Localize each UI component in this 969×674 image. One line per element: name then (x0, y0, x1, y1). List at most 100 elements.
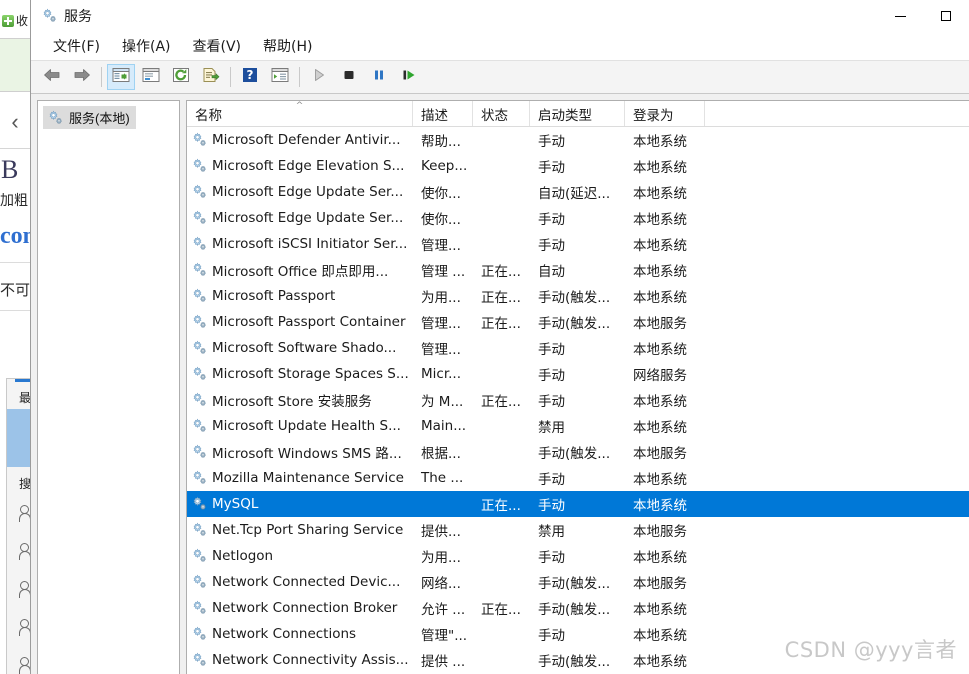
cell-start: 手动(触发... (538, 290, 611, 306)
bg-panel-selected-block (7, 409, 30, 467)
person-icon (19, 505, 30, 523)
bg-side-panel[interactable]: 最 搜 (6, 378, 30, 674)
cell-status: 正在... (481, 602, 521, 618)
service-name-label: Microsoft Passport (212, 288, 336, 304)
back-arrow-icon (43, 67, 61, 88)
table-row[interactable]: Network Connectivity Assis... 提供 ... 手动(触发… (187, 647, 969, 673)
toolbar-start[interactable] (305, 64, 333, 90)
service-gear-icon (191, 418, 207, 434)
list-body[interactable]: Microsoft Defender Antivir... 帮助... 手动 本地系统… (187, 127, 969, 674)
table-row[interactable]: Network Connected Devic... 网络... 手动(触发... 本… (187, 569, 969, 595)
cell-status: 正在... (481, 264, 521, 280)
table-row[interactable]: Network Connection Broker 允许 ... 正在... 手动(触… (187, 595, 969, 621)
column-header-description[interactable]: 描述 (413, 101, 473, 126)
table-row[interactable]: MySQL 正在... 手动 本地系统 (187, 491, 969, 517)
bg-panel-accent-bar (15, 379, 30, 382)
menu-help[interactable]: 帮助(H) (253, 33, 322, 59)
column-header-description-label: 描述 (421, 107, 448, 124)
table-row[interactable]: Net.Tcp Port Sharing Service 提供... 禁用 本地服务 (187, 517, 969, 543)
toolbar-forward[interactable] (68, 64, 96, 90)
cell-desc: 根据... (421, 446, 461, 462)
bg-divider-2 (0, 310, 30, 311)
table-row[interactable]: Microsoft Office 即点即用... 管理 ... 正在... 自动 本地系… (187, 257, 969, 283)
cell-desc: 管理... (421, 238, 461, 254)
menu-file[interactable]: 文件(F) (43, 33, 110, 59)
toolbar-properties[interactable] (137, 64, 165, 90)
column-header-startup-type[interactable]: 启动类型 (530, 101, 625, 126)
table-row[interactable]: Microsoft Update Health S... Main... 禁用 本地系… (187, 413, 969, 439)
bg-favorites-row[interactable]: 收 (0, 10, 30, 32)
cell-desc: 为 M... (421, 394, 464, 410)
table-row[interactable]: Microsoft Software Shado... 管理... 手动 本地系统 (187, 335, 969, 361)
service-name-label: Microsoft iSCSI Initiator Ser... (212, 236, 408, 252)
bg-not-text: 不可 (0, 278, 30, 304)
table-row[interactable]: Microsoft Store 安装服务 为 M... 正在... 手动 本地系统 (187, 387, 969, 413)
toolbar-pause[interactable] (365, 64, 393, 90)
toolbar-help[interactable]: ? (236, 64, 264, 90)
column-header-status[interactable]: 状态 (473, 101, 530, 126)
toolbar-refresh[interactable] (167, 64, 195, 90)
cell-logon: 本地系统 (633, 186, 687, 202)
table-row[interactable]: Microsoft Storage Spaces S... Micr... 手动 网络… (187, 361, 969, 387)
menubar: 文件(F) 操作(A) 查看(V) 帮助(H) (31, 32, 969, 60)
toolbar-show-details[interactable] (266, 64, 294, 90)
table-row[interactable]: Microsoft iSCSI Initiator Ser... 管理... 手动 本… (187, 231, 969, 257)
table-row[interactable]: Microsoft Passport 为用... 正在... 手动(触发... 本地系统 (187, 283, 969, 309)
bg-favorites-label: 收 (16, 14, 29, 28)
console-tree-pane[interactable]: 服务(本地) (37, 100, 180, 674)
service-name-label: Microsoft Office 即点即用... (212, 264, 389, 280)
menu-action[interactable]: 操作(A) (112, 33, 181, 59)
column-header-name[interactable]: 名称 ^ (187, 101, 413, 126)
menu-view[interactable]: 查看(V) (183, 33, 252, 59)
window-controls (877, 0, 969, 32)
cell-name: Microsoft Storage Spaces S... (187, 366, 413, 382)
service-name-label: Network Connected Devic... (212, 574, 401, 590)
cell-start: 手动 (538, 368, 565, 384)
cell-desc: 帮助... (421, 134, 461, 150)
service-gear-icon (191, 548, 207, 564)
cell-start: 自动 (538, 264, 565, 280)
toolbar-restart[interactable] (395, 64, 423, 90)
table-row[interactable]: Microsoft Windows SMS 路... 根据... 手动(触发... 本… (187, 439, 969, 465)
service-name-label: Network Connections (212, 626, 357, 642)
toolbar-stop[interactable] (335, 64, 363, 90)
table-row[interactable]: Microsoft Passport Container 管理... 正在... 手动… (187, 309, 969, 335)
cell-status: 正在... (481, 316, 521, 332)
bg-collapse-chevron-icon[interactable]: ‹ (0, 96, 30, 149)
table-row[interactable]: Microsoft Edge Update Ser... 使你... 手动 本地系统 (187, 205, 969, 231)
cell-start: 手动 (538, 550, 565, 566)
toolbar-show-tree[interactable] (107, 64, 135, 90)
table-row[interactable]: Microsoft Edge Elevation S... Keep... 手动 本地… (187, 153, 969, 179)
cell-logon: 本地服务 (633, 446, 687, 462)
service-name-label: Net.Tcp Port Sharing Service (212, 522, 404, 538)
background-application[interactable]: 收 ‹ B 加粗 con 不可 最 搜 (0, 0, 31, 674)
cell-logon: 本地系统 (633, 628, 687, 644)
table-row[interactable]: Network Connections 管理"... 手动 本地系统 (187, 621, 969, 647)
table-row[interactable]: Netlogon 为用... 手动 本地系统 (187, 543, 969, 569)
toolbar-export-list[interactable] (197, 64, 225, 90)
toolbar: ? (31, 60, 969, 94)
minimize-button[interactable] (877, 0, 923, 32)
person-icon (19, 543, 30, 561)
table-row[interactable]: Microsoft Edge Update Ser... 使你... 自动(延迟..… (187, 179, 969, 205)
cell-start: 手动 (538, 134, 565, 150)
maximize-button[interactable] (923, 0, 969, 32)
tree-item-services-local[interactable]: 服务(本地) (43, 106, 136, 129)
services-list-pane[interactable]: 名称 ^ 描述 状态 启动类型 登录为 Microsoft Defender A… (186, 100, 969, 674)
table-row[interactable]: Mozilla Maintenance Service The ... 手动 本地系统 (187, 465, 969, 491)
stop-service-icon (341, 67, 357, 88)
service-gear-icon (191, 340, 207, 356)
window-titlebar[interactable]: 服务 (31, 0, 969, 32)
service-name-label: Mozilla Maintenance Service (212, 470, 404, 486)
cell-name: Microsoft iSCSI Initiator Ser... (187, 236, 413, 252)
table-row[interactable]: Microsoft Defender Antivir... 帮助... 手动 本地系统 (187, 127, 969, 153)
service-gear-icon (191, 262, 207, 278)
refresh-icon (172, 67, 190, 88)
services-window: 服务 文件(F) 操作(A) 查看(V) 帮助(H) ? 服务(本地) 名称 ^… (30, 0, 969, 674)
cell-name: Microsoft Windows SMS 路... (187, 442, 413, 462)
cell-name: Microsoft Edge Update Ser... (187, 210, 413, 226)
column-header-log-on-as[interactable]: 登录为 (625, 101, 705, 126)
service-name-label: Microsoft Windows SMS 路... (212, 446, 402, 462)
toolbar-back[interactable] (38, 64, 66, 90)
cell-start: 手动 (538, 394, 565, 410)
